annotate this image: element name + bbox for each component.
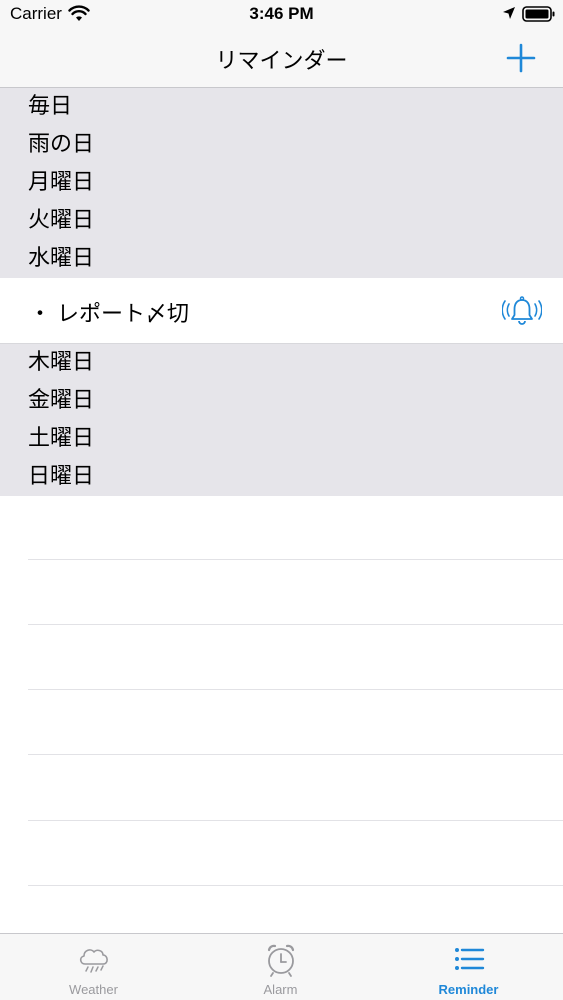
navigation-bar: リマインダー	[0, 30, 563, 88]
day-group-top: 毎日 雨の日 月曜日 火曜日 水曜日	[0, 88, 563, 278]
page-title: リマインダー	[215, 49, 348, 74]
day-row-everyday[interactable]: 毎日	[0, 88, 563, 126]
tab-reminder[interactable]: Reminder	[375, 934, 562, 1000]
empty-row-separator	[28, 754, 563, 755]
day-row-thursday[interactable]: 木曜日	[0, 344, 563, 382]
empty-row-separator	[28, 885, 563, 886]
reminder-list: 毎日 雨の日 月曜日 火曜日 水曜日 ・ レポート〆切 木曜日 金曜日 土曜日 …	[0, 88, 563, 496]
day-row-friday[interactable]: 金曜日	[0, 382, 563, 420]
status-time: 3:46 PM	[249, 4, 314, 23]
plus-icon[interactable]	[505, 42, 537, 74]
tab-alarm[interactable]: Alarm	[187, 934, 374, 1000]
location-arrow-icon	[503, 7, 515, 19]
day-row-saturday[interactable]: 土曜日	[0, 420, 563, 458]
empty-row-separator	[28, 559, 563, 560]
day-row-rainy[interactable]: 雨の日	[0, 126, 563, 164]
day-group-bottom: 木曜日 金曜日 土曜日 日曜日	[0, 344, 563, 496]
empty-row-separator	[28, 820, 563, 821]
reminder-task-row[interactable]: ・ レポート〆切	[0, 278, 563, 344]
battery-icon	[522, 6, 555, 22]
alarm-clock-icon	[267, 944, 295, 977]
tab-reminder-label: Reminder	[438, 982, 499, 997]
task-label: レポート〆切	[57, 302, 190, 327]
tab-weather-label: Weather	[69, 982, 118, 997]
tab-weather[interactable]: Weather	[0, 934, 187, 1000]
empty-row-separator	[28, 689, 563, 690]
day-row-wednesday[interactable]: 水曜日	[0, 240, 563, 278]
bullet: ・	[29, 302, 52, 327]
day-row-tuesday[interactable]: 火曜日	[0, 202, 563, 240]
list-icon	[455, 948, 485, 970]
tab-alarm-label: Alarm	[263, 982, 298, 997]
tab-bar: Weather Alarm Reminder	[0, 933, 563, 1000]
rain-cloud-icon	[79, 949, 108, 973]
empty-row-separator	[28, 624, 563, 625]
status-bar: Carrier 3:46 PM	[0, 0, 563, 30]
day-row-monday[interactable]: 月曜日	[0, 164, 563, 202]
bell-ringing-icon[interactable]	[502, 295, 542, 327]
day-row-sunday[interactable]: 日曜日	[0, 458, 563, 496]
